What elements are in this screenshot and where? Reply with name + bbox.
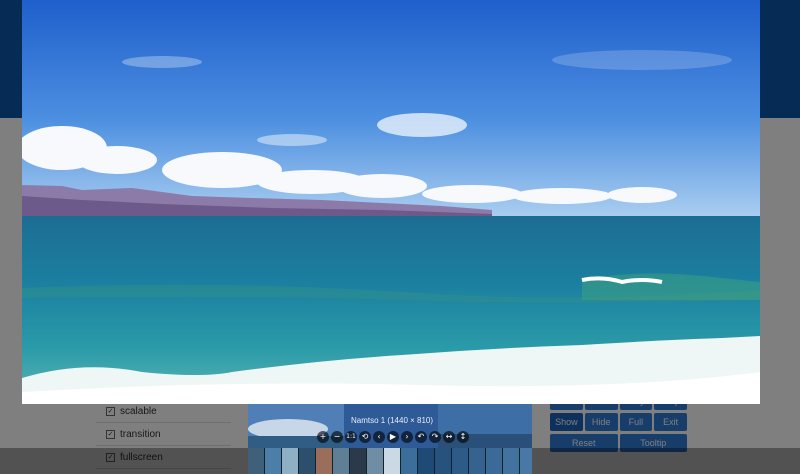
thumbnail-item[interactable] (469, 448, 485, 474)
thumbnail-item[interactable] (384, 448, 400, 474)
thumbnail-item[interactable] (350, 448, 366, 474)
thumbnail-item[interactable] (282, 448, 298, 474)
thumbnail-item[interactable] (248, 448, 264, 474)
thumbnail-item[interactable] (367, 448, 383, 474)
thumbnail-item[interactable] (418, 448, 434, 474)
thumbnail-item[interactable] (401, 448, 417, 474)
rotate-left-icon[interactable]: ↶ (415, 431, 427, 443)
thumbnail-item[interactable] (452, 448, 468, 474)
viewer-image[interactable] (22, 0, 760, 404)
thumbnail-item[interactable] (520, 448, 532, 474)
next-icon[interactable]: › (401, 431, 413, 443)
thumbnail-strip (248, 448, 532, 474)
thumbnail-item[interactable] (316, 448, 332, 474)
lake-photo (22, 0, 760, 404)
rotate-right-icon[interactable]: ↷ (429, 431, 441, 443)
flip-horizontal-icon[interactable]: ↔ (443, 431, 455, 443)
one-to-one-icon[interactable]: 1:1 (345, 431, 357, 443)
thumbnail-item[interactable] (486, 448, 502, 474)
thumbnail-item[interactable] (265, 448, 281, 474)
thumbnail-item[interactable] (435, 448, 451, 474)
zoom-in-icon[interactable]: + (317, 431, 329, 443)
zoom-out-icon[interactable]: − (331, 431, 343, 443)
reset-icon[interactable]: ⟲ (359, 431, 371, 443)
thumbnail-item[interactable] (503, 448, 519, 474)
viewer-toolbar: + −1:1 ⟲ ‹ ▶ › ↶ ↷ ↔ ↕ (317, 431, 469, 443)
prev-icon[interactable]: ‹ (373, 431, 385, 443)
viewer-title: Namtso 1 (1440 × 810) (350, 416, 434, 425)
viewer-footer: Namtso 1 (1440 × 810) + −1:1 ⟲ ‹ ▶ › ↶ ↷ ↔ ↕ (0, 404, 800, 474)
thumbnail-item[interactable] (299, 448, 315, 474)
thumbnail-item[interactable] (333, 448, 349, 474)
flip-vertical-icon[interactable]: ↕ (457, 431, 469, 443)
play-icon[interactable]: ▶ (387, 431, 399, 443)
